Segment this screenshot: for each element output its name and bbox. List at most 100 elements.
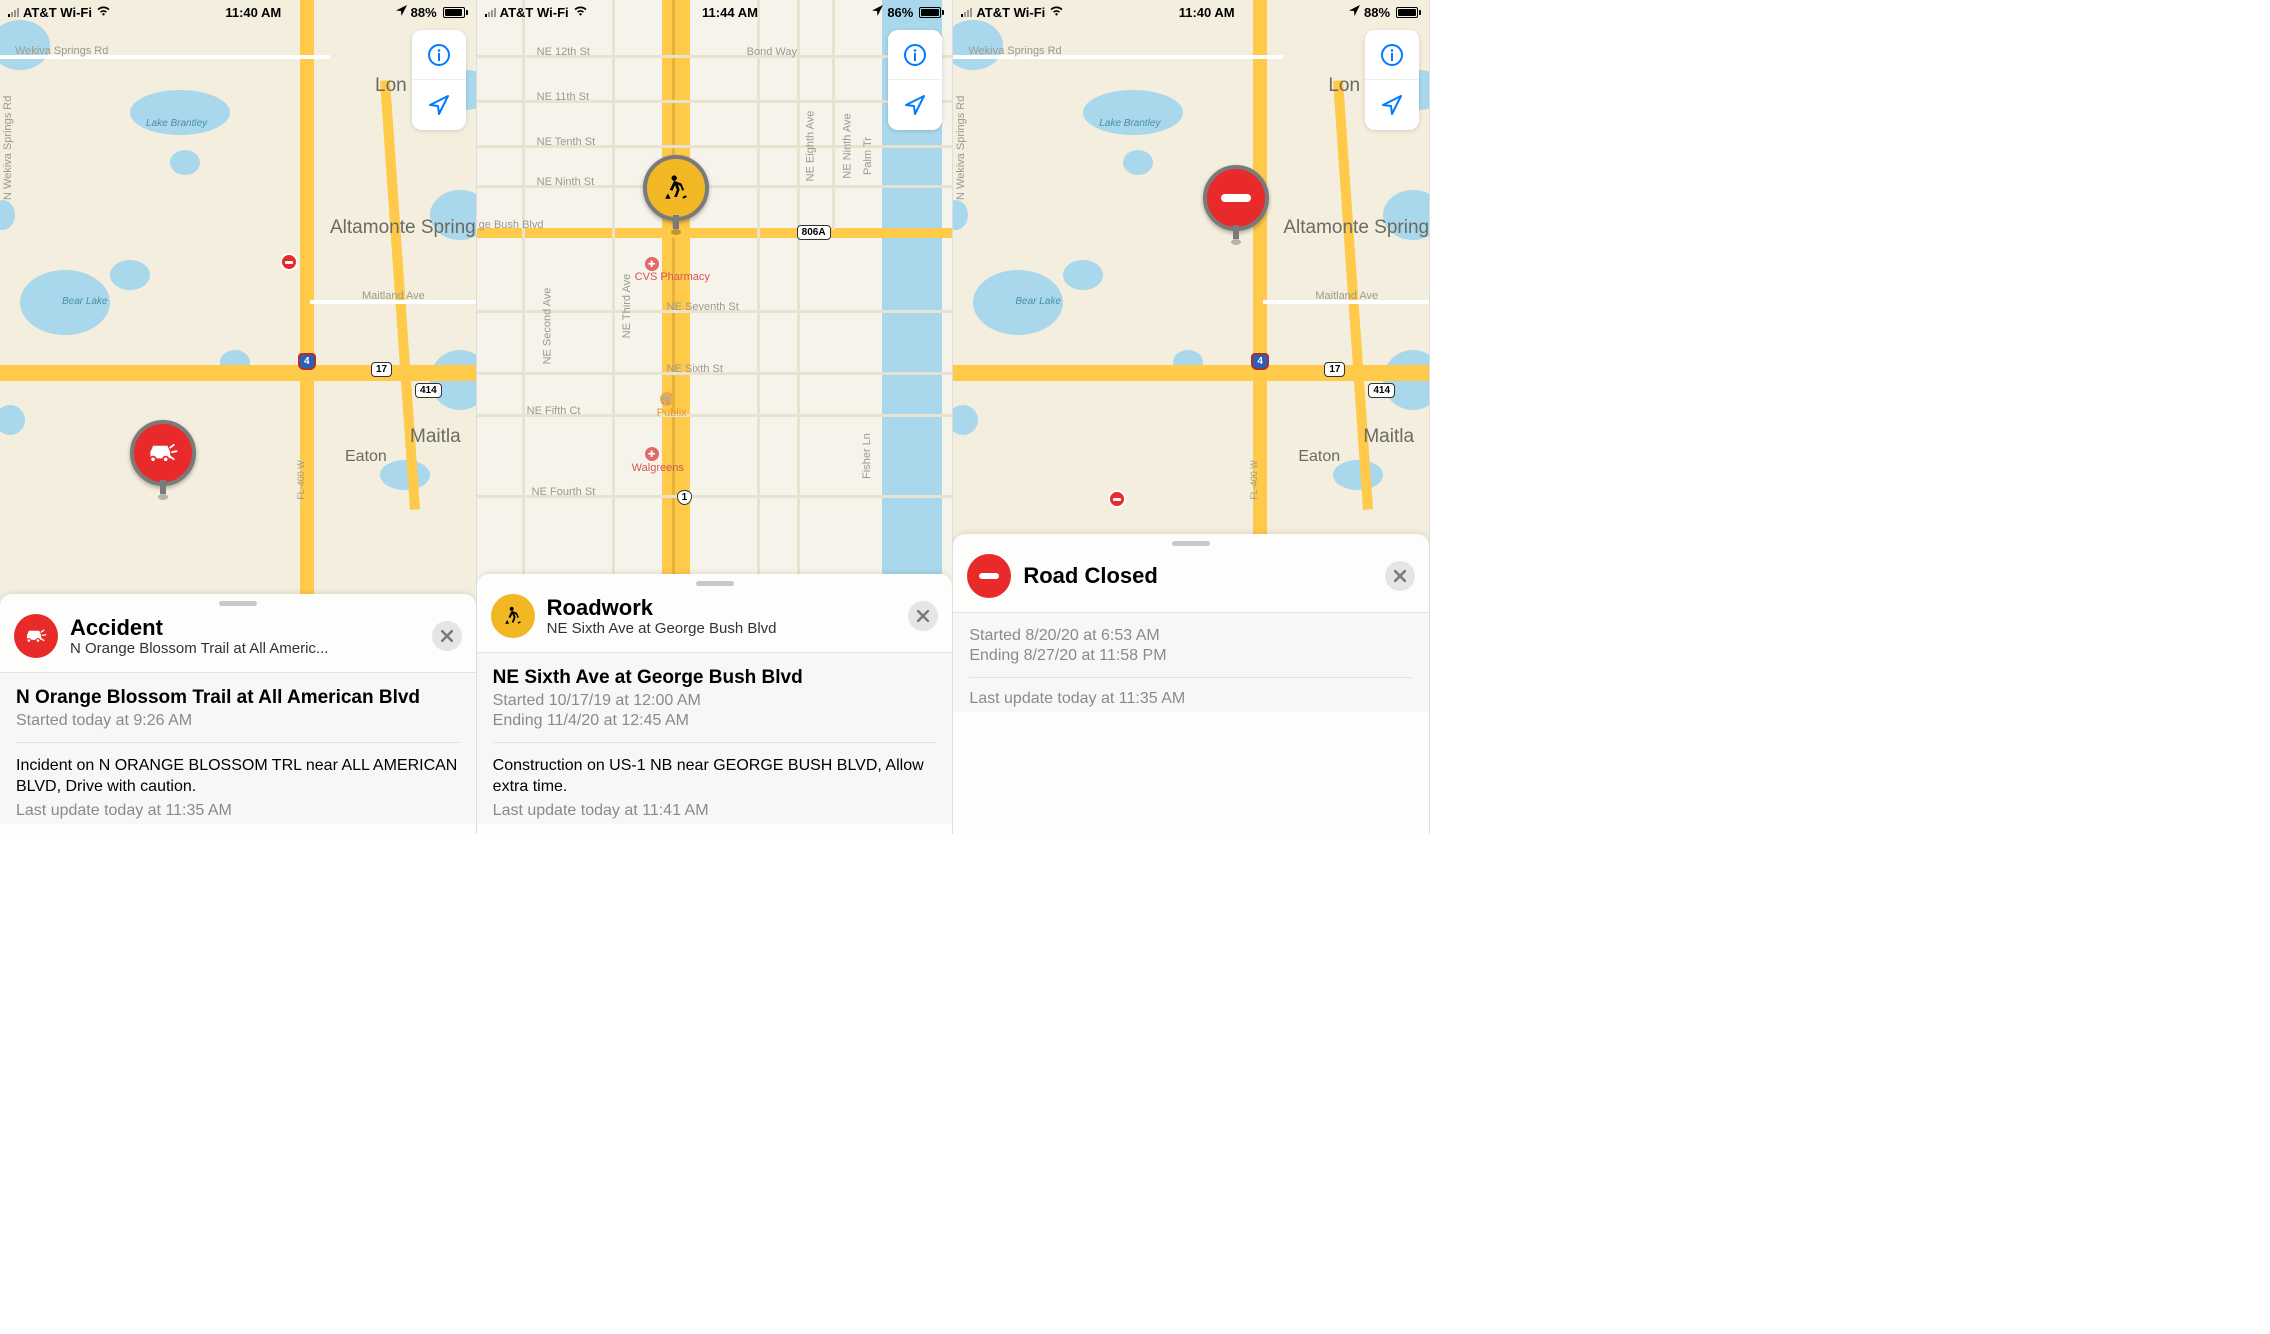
road-closed-small-marker[interactable] xyxy=(280,253,298,271)
close-card-button[interactable] xyxy=(1385,561,1415,591)
incident-location-title: NE Sixth Ave at George Bush Blvd xyxy=(493,667,937,690)
poi-marker[interactable]: 🛒 xyxy=(660,392,674,406)
street-label: ge Bush Blvd xyxy=(479,219,544,231)
road-label: FL-400 W xyxy=(296,460,306,500)
signal-icon xyxy=(961,7,972,17)
battery-icon xyxy=(441,7,468,18)
poi-marker[interactable]: ✚ xyxy=(645,447,659,461)
city-label: Lon xyxy=(375,75,407,97)
incident-card[interactable]: Roadwork NE Sixth Ave at George Bush Blv… xyxy=(477,574,953,834)
street-label: NE 12th St xyxy=(537,46,590,58)
road-label: FL-400 W xyxy=(1249,460,1259,500)
road-label: Maitland Ave xyxy=(1315,290,1378,302)
close-icon xyxy=(441,630,453,642)
card-title: Accident xyxy=(70,615,420,640)
incident-description: Incident on N ORANGE BLOSSOM TRL near AL… xyxy=(16,755,460,798)
screen-closed: AT&T Wi-Fi 11:40 AM 88% Wekiva Springs R… xyxy=(953,0,1430,834)
poi-label: CVS Pharmacy xyxy=(635,271,710,283)
card-title: Road Closed xyxy=(1023,563,1373,588)
battery-pct-label: 86% xyxy=(887,5,913,20)
status-bar: AT&T Wi-Fi 11:40 AM 88% xyxy=(0,0,476,22)
route-shield: 414 xyxy=(415,383,442,398)
street-label: NE 11th St xyxy=(537,91,589,103)
roadwork-worker-icon xyxy=(658,170,694,206)
map-info-button[interactable] xyxy=(888,30,942,80)
close-card-button[interactable] xyxy=(432,621,462,651)
carrier-label: AT&T Wi-Fi xyxy=(500,5,569,20)
poi-label: Publix xyxy=(657,407,687,419)
locate-me-button[interactable] xyxy=(412,80,466,130)
road-closed-small-marker[interactable] xyxy=(1108,490,1126,508)
street-label: NE Ninth Ave xyxy=(841,113,853,178)
location-arrow-icon xyxy=(1380,93,1404,117)
status-bar: AT&T Wi-Fi 11:44 AM 86% xyxy=(477,0,953,22)
clock-label: 11:44 AM xyxy=(702,5,758,20)
locate-me-button[interactable] xyxy=(888,80,942,130)
poi-marker[interactable]: ✚ xyxy=(645,257,659,271)
roadwork-marker[interactable] xyxy=(643,155,709,221)
location-services-icon xyxy=(872,5,883,19)
city-label: Lon xyxy=(1328,75,1360,97)
street-label: NE Second Ave xyxy=(541,288,553,365)
locate-me-button[interactable] xyxy=(1365,80,1419,130)
no-entry-icon xyxy=(1221,194,1251,202)
city-label: Altamonte Springs xyxy=(1283,218,1429,239)
incident-started-label: Started 10/17/19 at 12:00 AM xyxy=(493,692,937,710)
location-services-icon xyxy=(1349,5,1360,19)
card-title: Roadwork xyxy=(547,595,897,620)
city-label: Maitla xyxy=(410,426,461,448)
screen-accident: AT&T Wi-Fi 11:40 AM 88% xyxy=(0,0,477,834)
road-closed-marker[interactable] xyxy=(1203,165,1269,231)
route-shield: 17 xyxy=(371,362,392,377)
lake-label: Lake Brantley xyxy=(146,118,207,129)
road-label: N Wekiva Springs Rd xyxy=(955,96,967,200)
incident-update-label: Last update today at 11:41 AM xyxy=(493,802,937,820)
battery-pct-label: 88% xyxy=(411,5,437,20)
city-label: Maitla xyxy=(1363,426,1414,448)
card-grabber[interactable] xyxy=(1172,541,1210,546)
card-grabber[interactable] xyxy=(696,581,734,586)
card-closed-icon xyxy=(967,554,1011,598)
card-subtitle: N Orange Blossom Trail at All Americ... xyxy=(70,640,420,657)
location-arrow-icon xyxy=(427,93,451,117)
clock-label: 11:40 AM xyxy=(225,5,281,20)
card-grabber[interactable] xyxy=(219,601,257,606)
road-label: N Wekiva Springs Rd xyxy=(2,96,14,200)
street-label: NE Sixth St xyxy=(667,363,723,375)
incident-started-label: Started 8/20/20 at 6:53 AM xyxy=(969,627,1413,645)
street-label: NE Seventh St xyxy=(667,301,739,313)
clock-label: 11:40 AM xyxy=(1179,5,1235,20)
no-entry-icon xyxy=(979,573,999,579)
close-icon xyxy=(1394,570,1406,582)
incident-ending-label: Ending 11/4/20 at 12:45 AM xyxy=(493,712,937,730)
street-label: NE Tenth St xyxy=(537,136,596,148)
close-card-button[interactable] xyxy=(908,601,938,631)
info-icon xyxy=(1380,43,1404,67)
accident-marker[interactable] xyxy=(130,420,196,486)
incident-card[interactable]: Accident N Orange Blossom Trail at All A… xyxy=(0,594,476,834)
map-info-button[interactable] xyxy=(412,30,466,80)
poi-label: Walgreens xyxy=(632,462,684,474)
street-label: NE Third Ave xyxy=(621,274,633,338)
map-info-button[interactable] xyxy=(1365,30,1419,80)
incident-ending-label: Ending 8/27/20 at 11:58 PM xyxy=(969,647,1413,665)
route-shield: 1 xyxy=(677,490,693,505)
lake-label: Bear Lake xyxy=(1015,296,1061,307)
city-label: Eaton xyxy=(1298,448,1340,466)
location-services-icon xyxy=(396,5,407,19)
road-label: Wekiva Springs Rd xyxy=(968,45,1061,57)
map-controls xyxy=(888,30,942,130)
incident-update-label: Last update today at 11:35 AM xyxy=(969,690,1413,708)
incident-card[interactable]: Road Closed Started 8/20/20 at 6:53 AM E… xyxy=(953,534,1429,834)
wifi-icon xyxy=(573,5,588,20)
street-label: NE Eighth Ave xyxy=(804,111,816,182)
street-label: NE Fifth Ct xyxy=(527,405,581,417)
accident-car-icon xyxy=(145,435,181,471)
info-icon xyxy=(427,43,451,67)
route-shield: 806A xyxy=(797,225,831,240)
location-arrow-icon xyxy=(903,93,927,117)
route-shield: 17 xyxy=(1324,362,1345,377)
card-subtitle: NE Sixth Ave at George Bush Blvd xyxy=(547,620,897,637)
street-label: NE Fourth St xyxy=(532,486,596,498)
road-label: Maitland Ave xyxy=(362,290,425,302)
